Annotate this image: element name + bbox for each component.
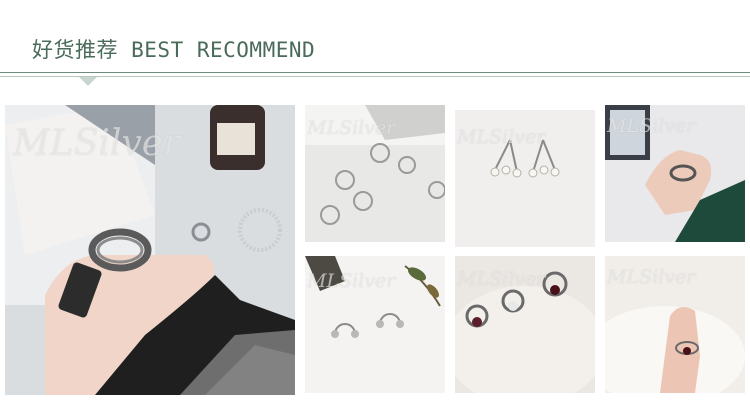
header-rule-secondary	[0, 76, 750, 77]
header-rule	[0, 72, 750, 73]
product-photo-2[interactable]: MLSilver	[305, 105, 445, 242]
product-photo-7[interactable]: MLSilver	[605, 256, 745, 393]
product-photo-6[interactable]: MLSilver	[455, 256, 595, 393]
product-photo-4[interactable]: MLSilver	[605, 105, 745, 242]
product-photo-5[interactable]: MLSilver	[305, 256, 445, 393]
section-title: 好货推荐 BEST RECOMMEND	[32, 38, 316, 62]
product-photo-1[interactable]: MLSilver	[5, 105, 295, 395]
section-header: 好货推荐 BEST RECOMMEND	[0, 0, 750, 100]
notch-arrow-icon	[79, 77, 97, 86]
product-photo-3[interactable]: MLSilver	[455, 110, 595, 247]
